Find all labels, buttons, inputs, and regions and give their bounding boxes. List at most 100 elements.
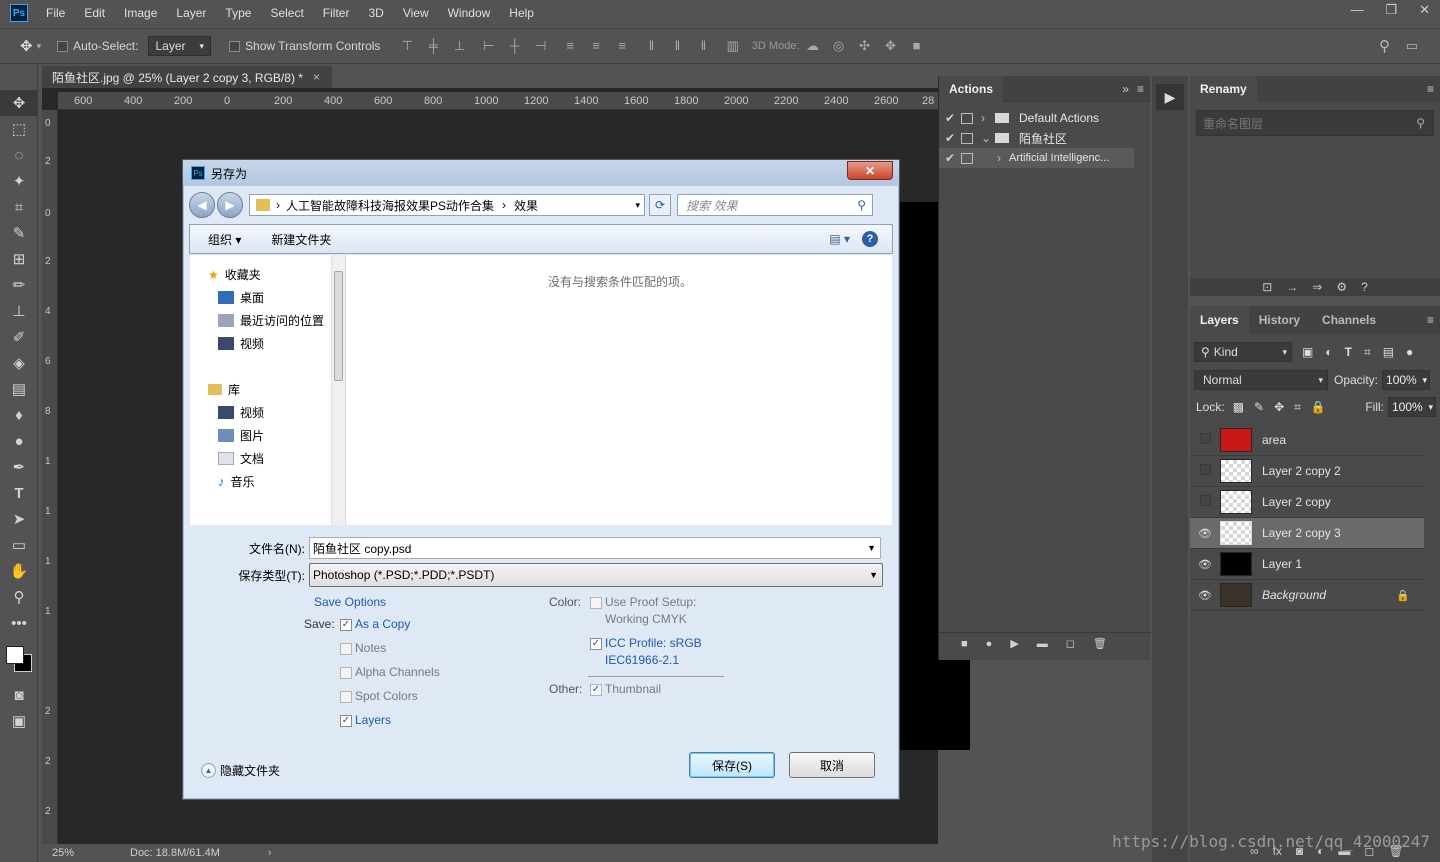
use-proof-setup-checkbox[interactable]: Use Proof Setup: (590, 595, 696, 609)
more-tools-icon[interactable]: ••• (0, 610, 38, 636)
eye-icon[interactable]: 👁 (1190, 527, 1220, 540)
align-bottom-icon[interactable]: ⊥ (452, 39, 466, 53)
dialog-toggle-icon[interactable] (961, 112, 973, 124)
auto-select-checkbox[interactable]: Auto-Select: (57, 39, 138, 53)
color-swatches[interactable] (0, 636, 37, 682)
tab-channels[interactable]: Channels (1322, 313, 1376, 327)
move-tool-icon[interactable]: ✥ (20, 37, 33, 55)
as-a-copy-checkbox[interactable]: ✓ As a Copy (340, 617, 410, 631)
layer-row[interactable]: area (1190, 425, 1424, 456)
collapse-icon[interactable]: » (1122, 82, 1129, 96)
tool-preset-chevron-icon[interactable]: ▾ (37, 41, 42, 52)
chevron-down-icon[interactable]: ▾ (1428, 402, 1433, 413)
help-icon[interactable]: ? (862, 231, 878, 247)
status-menu-icon[interactable]: › (268, 847, 272, 859)
align-left-icon[interactable]: ⊢ (482, 39, 496, 53)
stamp-tool-icon[interactable]: ⊥ (0, 298, 38, 324)
dodge-tool-icon[interactable]: ● (0, 428, 38, 454)
lock-image-icon[interactable]: ✎ (1254, 400, 1264, 415)
chevron-down-icon[interactable]: ▾ (635, 200, 640, 211)
magic-wand-icon[interactable]: ✦ (0, 168, 38, 194)
align-vcenter-icon[interactable]: ╪ (426, 39, 440, 53)
tab-layers[interactable]: Layers (1200, 313, 1239, 327)
panel-menu-icon[interactable]: ≡ (1137, 82, 1144, 96)
distribute-bottom-icon[interactable]: ≡ (615, 39, 629, 53)
filename-input[interactable]: 陌鱼社区 copy.psd ▼ (309, 537, 881, 559)
foreground-color-swatch[interactable] (6, 646, 24, 664)
3d-pan-icon[interactable]: ✣ (858, 39, 872, 53)
align-hcenter-icon[interactable]: ┼ (508, 39, 522, 53)
notes-checkbox[interactable]: Notes (340, 641, 386, 655)
chevron-right-icon[interactable]: › (981, 151, 1009, 165)
new-folder-button[interactable]: 新建文件夹 (271, 231, 331, 248)
menu-layer[interactable]: Layer (176, 6, 206, 20)
alpha-channels-checkbox[interactable]: Alpha Channels (340, 665, 440, 679)
spot-colors-checkbox[interactable]: Spot Colors (340, 689, 418, 703)
checkmark-icon[interactable]: ✔ (939, 111, 961, 125)
shape-tool-icon[interactable]: ▭ (0, 532, 38, 558)
trash-icon[interactable]: 🗑 (1093, 637, 1107, 650)
pen-tool-icon[interactable]: ✒ (0, 454, 38, 480)
action-set-custom[interactable]: ✔ ⌄ 陌鱼社区 (939, 128, 1150, 148)
smart-object-filter-icon[interactable]: ▤ (1383, 345, 1394, 360)
dialog-titlebar[interactable]: Ps 另存为 (183, 160, 899, 186)
cancel-button[interactable]: 取消 (789, 752, 875, 778)
menu-image[interactable]: Image (124, 6, 157, 20)
eye-icon[interactable]: 👁 (1190, 558, 1220, 571)
menu-window[interactable]: Window (448, 6, 491, 20)
nav-videos[interactable]: 视频 (208, 401, 345, 424)
3d-slide-icon[interactable]: ✥ (884, 39, 898, 53)
auto-select-dropdown[interactable]: Layer ▾ (148, 36, 212, 56)
opacity-input[interactable]: 100% ▾ (1382, 370, 1431, 390)
menu-3d[interactable]: 3D (368, 6, 383, 20)
distribute-left-icon[interactable]: ‖ (644, 39, 658, 53)
layer-row-selected[interactable]: 👁 Layer 2 copy 3 (1190, 518, 1424, 549)
play-panel-icon[interactable]: ▶ (1156, 84, 1184, 110)
kind-filter-dropdown[interactable]: ⚲ Kind ▾ (1194, 342, 1292, 362)
scrollbar-thumb[interactable] (334, 271, 343, 381)
zoom-level[interactable]: 25% (52, 847, 112, 859)
hide-folders-toggle[interactable]: ▲ 隐藏文件夹 (201, 762, 280, 779)
crop-tool-icon[interactable]: ⌗ (0, 194, 38, 220)
layer-row[interactable]: Layer 2 copy (1190, 487, 1424, 518)
stop-icon[interactable]: ■ (961, 638, 968, 650)
refresh-icon[interactable]: ⟳ (649, 194, 671, 216)
lasso-tool-icon[interactable]: ◌ (0, 142, 38, 168)
record-icon[interactable]: ● (986, 638, 993, 650)
3d-orbit-icon[interactable]: ☁ (806, 39, 820, 53)
action-item-ai[interactable]: ✔ › Artificial Intelligenc... (939, 148, 1134, 168)
chevron-down-icon[interactable]: ▼ (867, 543, 876, 553)
menu-type[interactable]: Type (225, 6, 251, 20)
pixel-filter-icon[interactable]: ▣ (1302, 345, 1313, 360)
brush-tool-icon[interactable]: ✏ (0, 272, 38, 298)
new-set-icon[interactable]: ▬ (1037, 638, 1048, 650)
double-arrow-icon[interactable]: ⇒ (1312, 280, 1322, 294)
eyedropper-icon[interactable]: ✎ (0, 220, 38, 246)
icc-profile-checkbox[interactable]: ✓ ICC Profile: sRGB (590, 636, 702, 650)
dialog-toggle-icon[interactable] (961, 152, 973, 164)
nav-library[interactable]: 库 (208, 378, 345, 401)
healing-brush-icon[interactable]: ⊞ (0, 246, 38, 272)
quick-mask-icon[interactable]: ◙ (0, 682, 38, 708)
new-action-icon[interactable]: ◻ (1066, 637, 1075, 650)
blend-mode-dropdown[interactable]: Normal ▾ (1194, 370, 1328, 390)
lock-position-icon[interactable]: ✥ (1274, 400, 1284, 415)
search-input[interactable]: 搜索 效果 ⚲ (677, 194, 873, 216)
layers-checkbox[interactable]: ✓ Layers (340, 713, 391, 727)
menu-help[interactable]: Help (509, 6, 534, 20)
distribute-top-icon[interactable]: ≡ (563, 39, 577, 53)
visibility-toggle-empty-icon[interactable] (1190, 464, 1220, 478)
breadcrumb-current[interactable]: 效果 (514, 197, 538, 214)
hand-tool-icon[interactable]: ✋ (0, 558, 38, 584)
type-filter-icon[interactable]: T (1345, 345, 1352, 360)
file-list[interactable]: 没有与搜索条件匹配的项。 (346, 255, 892, 525)
search-icon[interactable]: ⚲ (1379, 37, 1390, 55)
layer-row[interactable]: 👁 Layer 1 (1190, 549, 1424, 580)
search-icon[interactable]: ⚲ (857, 198, 866, 212)
play-icon[interactable]: ▶ (1010, 637, 1018, 650)
document-tab[interactable]: 陌鱼社区.jpg @ 25% (Layer 2 copy 3, RGB/8) *… (42, 66, 332, 88)
panel-menu-icon[interactable]: ≡ (1427, 313, 1434, 327)
distribute-right-icon[interactable]: ‖ (696, 39, 710, 53)
nav-videos-fav[interactable]: 视频 (208, 332, 345, 355)
layer-row[interactable]: Layer 2 copy 2 (1190, 456, 1424, 487)
